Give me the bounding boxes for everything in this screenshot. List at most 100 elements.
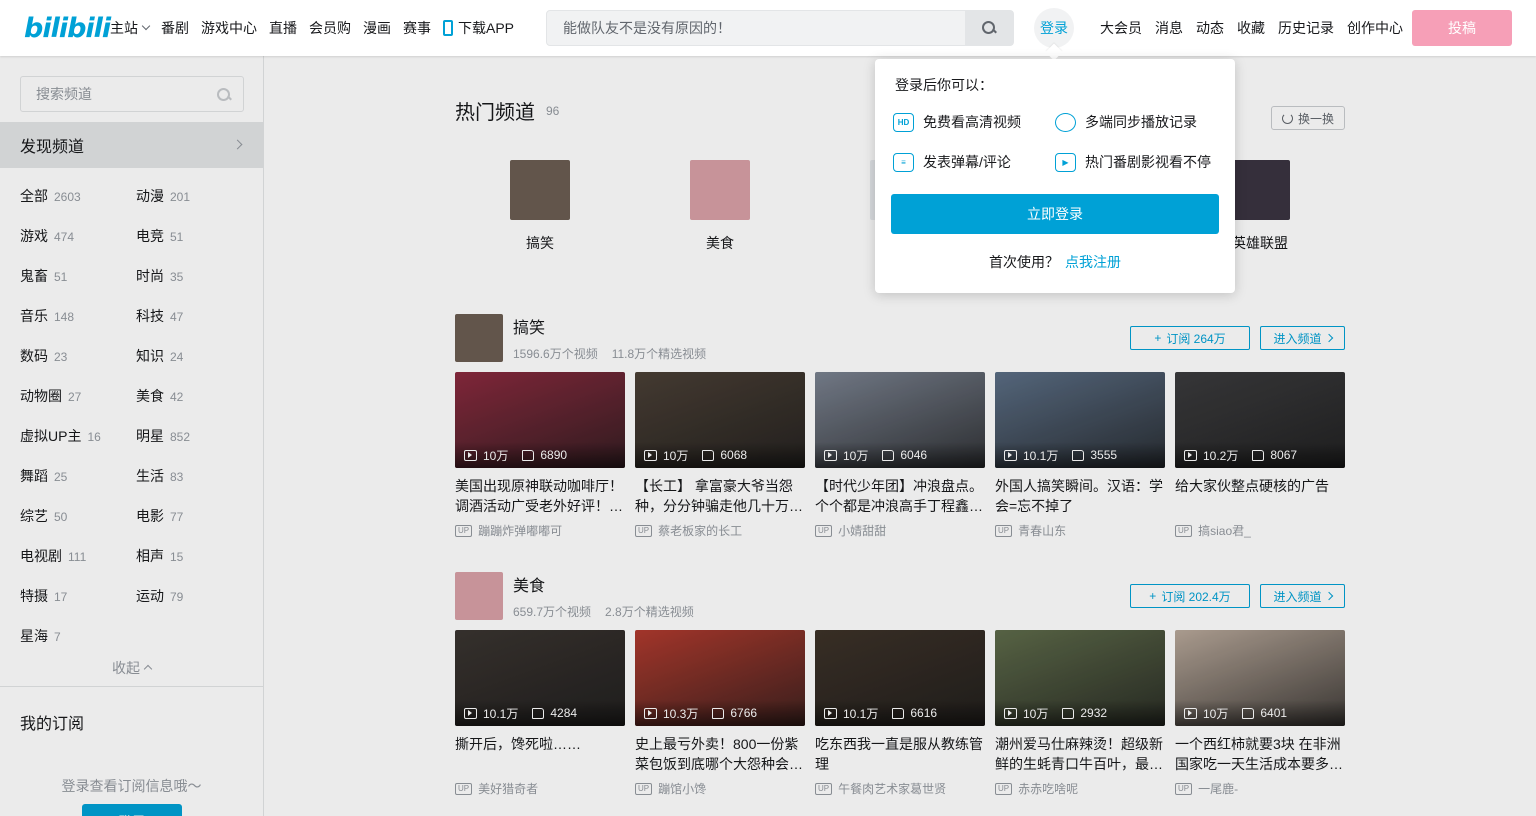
- category-item[interactable]: 运动 79: [136, 586, 252, 606]
- hot-channel[interactable]: 搞笑: [490, 160, 590, 253]
- channel-thumbnail[interactable]: [455, 314, 503, 362]
- video-title[interactable]: 【长工】 拿富豪大爷当怨种，分分钟骗走他几十万美元: [635, 476, 805, 516]
- video-uploader[interactable]: UP 小婧甜甜: [815, 522, 985, 539]
- category-item[interactable]: 生活 83: [136, 466, 252, 486]
- category-item[interactable]: 数码 23: [20, 346, 136, 366]
- video-title[interactable]: 撕开后，馋死啦……: [455, 734, 625, 774]
- video-uploader[interactable]: UP 午餐肉艺术家葛世贤: [815, 780, 985, 797]
- video-title[interactable]: 潮州爱马仕麻辣烫！超级新鲜的生蚝青口牛百叶，最后的排骨煮出来都是肉！: [995, 734, 1165, 774]
- upload-button[interactable]: 投稿: [1412, 10, 1512, 46]
- video-uploader[interactable]: UP 蹦馆小馋: [635, 780, 805, 797]
- video-uploader[interactable]: UP 青春山东: [995, 522, 1165, 539]
- category-item[interactable]: 动物圈 27: [20, 386, 136, 406]
- video-title[interactable]: 美国出现原神联动咖啡厅！调酒活动广受老外好评！国外网友：请带我离开！: [455, 476, 625, 516]
- nav-item[interactable]: 主站: [110, 18, 151, 38]
- category-item[interactable]: 特摄 17: [20, 586, 136, 606]
- video-card[interactable]: 10万 6401 一个西红柿就要3块 在非洲国家吃一天生活成本要多少钱 UP 一尾鹿-: [1175, 630, 1345, 797]
- video-cover[interactable]: 10.3万 6766: [635, 630, 805, 726]
- category-item[interactable]: 音乐 148: [20, 306, 136, 326]
- video-title[interactable]: 外国人搞笑瞬间。汉语：学会=忘不掉了: [995, 476, 1165, 516]
- nav-item[interactable]: 漫画: [363, 18, 391, 38]
- subscribe-button[interactable]: + 订阅 202.4万: [1130, 584, 1250, 608]
- nav-item[interactable]: 大会员: [1100, 18, 1142, 38]
- video-cover[interactable]: 10万 6890: [455, 372, 625, 468]
- nav-item[interactable]: 游戏中心: [201, 18, 257, 38]
- enter-channel-button[interactable]: 进入频道: [1260, 584, 1345, 608]
- sidebar-login-button[interactable]: 登录: [82, 804, 182, 816]
- category-item[interactable]: 明星 852: [136, 426, 252, 446]
- video-title[interactable]: 【时代少年团】冲浪盘点。个个都是冲浪高手丁程鑫宋亚轩刘耀文: [815, 476, 985, 516]
- video-title[interactable]: 一个西红柿就要3块 在非洲国家吃一天生活成本要多少钱: [1175, 734, 1345, 774]
- video-card[interactable]: 10.3万 6766 史上最亏外卖！800一份紫菜包饭到底哪个大怨种会买？ UP 蹦馆小…: [635, 630, 805, 797]
- nav-item[interactable]: 历史记录: [1278, 18, 1334, 38]
- nav-item[interactable]: 直播: [269, 18, 297, 38]
- category-item[interactable]: 相声 15: [136, 546, 252, 566]
- video-uploader[interactable]: UP 蹦蹦炸弹嘟嘟可: [455, 522, 625, 539]
- category-item[interactable]: 电影 77: [136, 506, 252, 526]
- nav-item[interactable]: 动态: [1196, 18, 1224, 38]
- video-cover[interactable]: 10万 6401: [1175, 630, 1345, 726]
- register-link[interactable]: 点我注册: [1065, 254, 1121, 270]
- video-card[interactable]: 10.1万 4284 撕开后，馋死啦…… UP 美好猎奇者: [455, 630, 625, 797]
- nav-item[interactable]: 创作中心: [1347, 18, 1403, 38]
- channel-search-input[interactable]: [21, 77, 201, 111]
- login-avatar[interactable]: 登录: [1034, 8, 1074, 48]
- category-item[interactable]: 电视剧 111: [20, 546, 136, 566]
- video-title[interactable]: 吃东西我一直是服从教练管理: [815, 734, 985, 774]
- channel-name[interactable]: 搞笑: [513, 314, 545, 338]
- video-cover[interactable]: 10.1万 6616: [815, 630, 985, 726]
- video-cover[interactable]: 10.2万 8067: [1175, 372, 1345, 468]
- video-uploader[interactable]: UP 蔡老板家的长工: [635, 522, 805, 539]
- popup-login-button[interactable]: 立即登录: [891, 194, 1219, 234]
- category-item[interactable]: 鬼畜 51: [20, 266, 136, 286]
- category-item[interactable]: 全部 2603: [20, 186, 136, 206]
- video-card[interactable]: 10万 6068 【长工】 拿富豪大爷当怨种，分分钟骗走他几十万美元 UP 蔡老板家的长…: [635, 372, 805, 539]
- video-cover[interactable]: 10万 2932: [995, 630, 1165, 726]
- video-uploader[interactable]: UP 赤赤吃啥呢: [995, 780, 1165, 797]
- video-cover[interactable]: 10万 6046: [815, 372, 985, 468]
- subscribe-button[interactable]: + 订阅 264万: [1130, 326, 1250, 350]
- video-card[interactable]: 10万 6890 美国出现原神联动咖啡厅！调酒活动广受老外好评！国外网友：请带我离开…: [455, 372, 625, 539]
- video-cover[interactable]: 10万 6068: [635, 372, 805, 468]
- nav-item[interactable]: 番剧: [161, 18, 189, 38]
- video-uploader[interactable]: UP 美好猎奇者: [455, 780, 625, 797]
- discover-channels[interactable]: 发现频道: [0, 122, 263, 168]
- like-count: 2932: [1080, 706, 1108, 720]
- category-item[interactable]: 星海 7: [20, 626, 152, 646]
- video-title[interactable]: 史上最亏外卖！800一份紫菜包饭到底哪个大怨种会买？: [635, 734, 805, 774]
- video-card[interactable]: 10万 2932 潮州爱马仕麻辣烫！超级新鲜的生蚝青口牛百叶，最后的排骨煮出来都是肉…: [995, 630, 1165, 797]
- category-item[interactable]: 动漫 201: [136, 186, 252, 206]
- video-uploader[interactable]: UP 一尾鹿-: [1175, 780, 1345, 797]
- nav-item[interactable]: 下载APP: [443, 18, 514, 38]
- video-title[interactable]: 给大家伙整点硬核的广告: [1175, 476, 1345, 516]
- enter-channel-button[interactable]: 进入频道: [1260, 326, 1345, 350]
- category-item[interactable]: 时尚 35: [136, 266, 252, 286]
- category-item[interactable]: 虚拟UP主 16: [20, 426, 136, 446]
- video-card[interactable]: 10.1万 6616 吃东西我一直是服从教练管理 UP 午餐肉艺术家葛世贤: [815, 630, 985, 797]
- category-item[interactable]: 综艺 50: [20, 506, 136, 526]
- search-input[interactable]: [547, 11, 967, 45]
- category-item[interactable]: 游戏 474: [20, 226, 136, 246]
- hot-channel[interactable]: 美食: [670, 160, 770, 253]
- channel-name[interactable]: 美食: [513, 572, 545, 596]
- bilibili-logo[interactable]: bilibili: [24, 12, 111, 44]
- collapse-button[interactable]: 收起: [0, 658, 263, 678]
- video-card[interactable]: 10.2万 8067 给大家伙整点硬核的广告 UP 搞siao君_: [1175, 372, 1345, 539]
- channel-thumbnail[interactable]: [455, 572, 503, 620]
- video-cover[interactable]: 10.1万 4284: [455, 630, 625, 726]
- category-item[interactable]: 电竞 51: [136, 226, 252, 246]
- search-button[interactable]: [965, 11, 1013, 45]
- nav-item[interactable]: 收藏: [1237, 18, 1265, 38]
- video-cover[interactable]: 10.1万 3555: [995, 372, 1165, 468]
- video-card[interactable]: 10.1万 3555 外国人搞笑瞬间。汉语：学会=忘不掉了 UP 青春山东: [995, 372, 1165, 539]
- refresh-button[interactable]: 换一换: [1271, 106, 1345, 130]
- category-item[interactable]: 知识 24: [136, 346, 252, 366]
- nav-item[interactable]: 消息: [1155, 18, 1183, 38]
- category-item[interactable]: 美食 42: [136, 386, 252, 406]
- category-item[interactable]: 科技 47: [136, 306, 252, 326]
- nav-item[interactable]: 赛事: [403, 18, 431, 38]
- nav-item[interactable]: 会员购: [309, 18, 351, 38]
- video-uploader[interactable]: UP 搞siao君_: [1175, 522, 1345, 539]
- video-card[interactable]: 10万 6046 【时代少年团】冲浪盘点。个个都是冲浪高手丁程鑫宋亚轩刘耀文 UP 小婧…: [815, 372, 985, 539]
- category-item[interactable]: 舞蹈 25: [20, 466, 136, 486]
